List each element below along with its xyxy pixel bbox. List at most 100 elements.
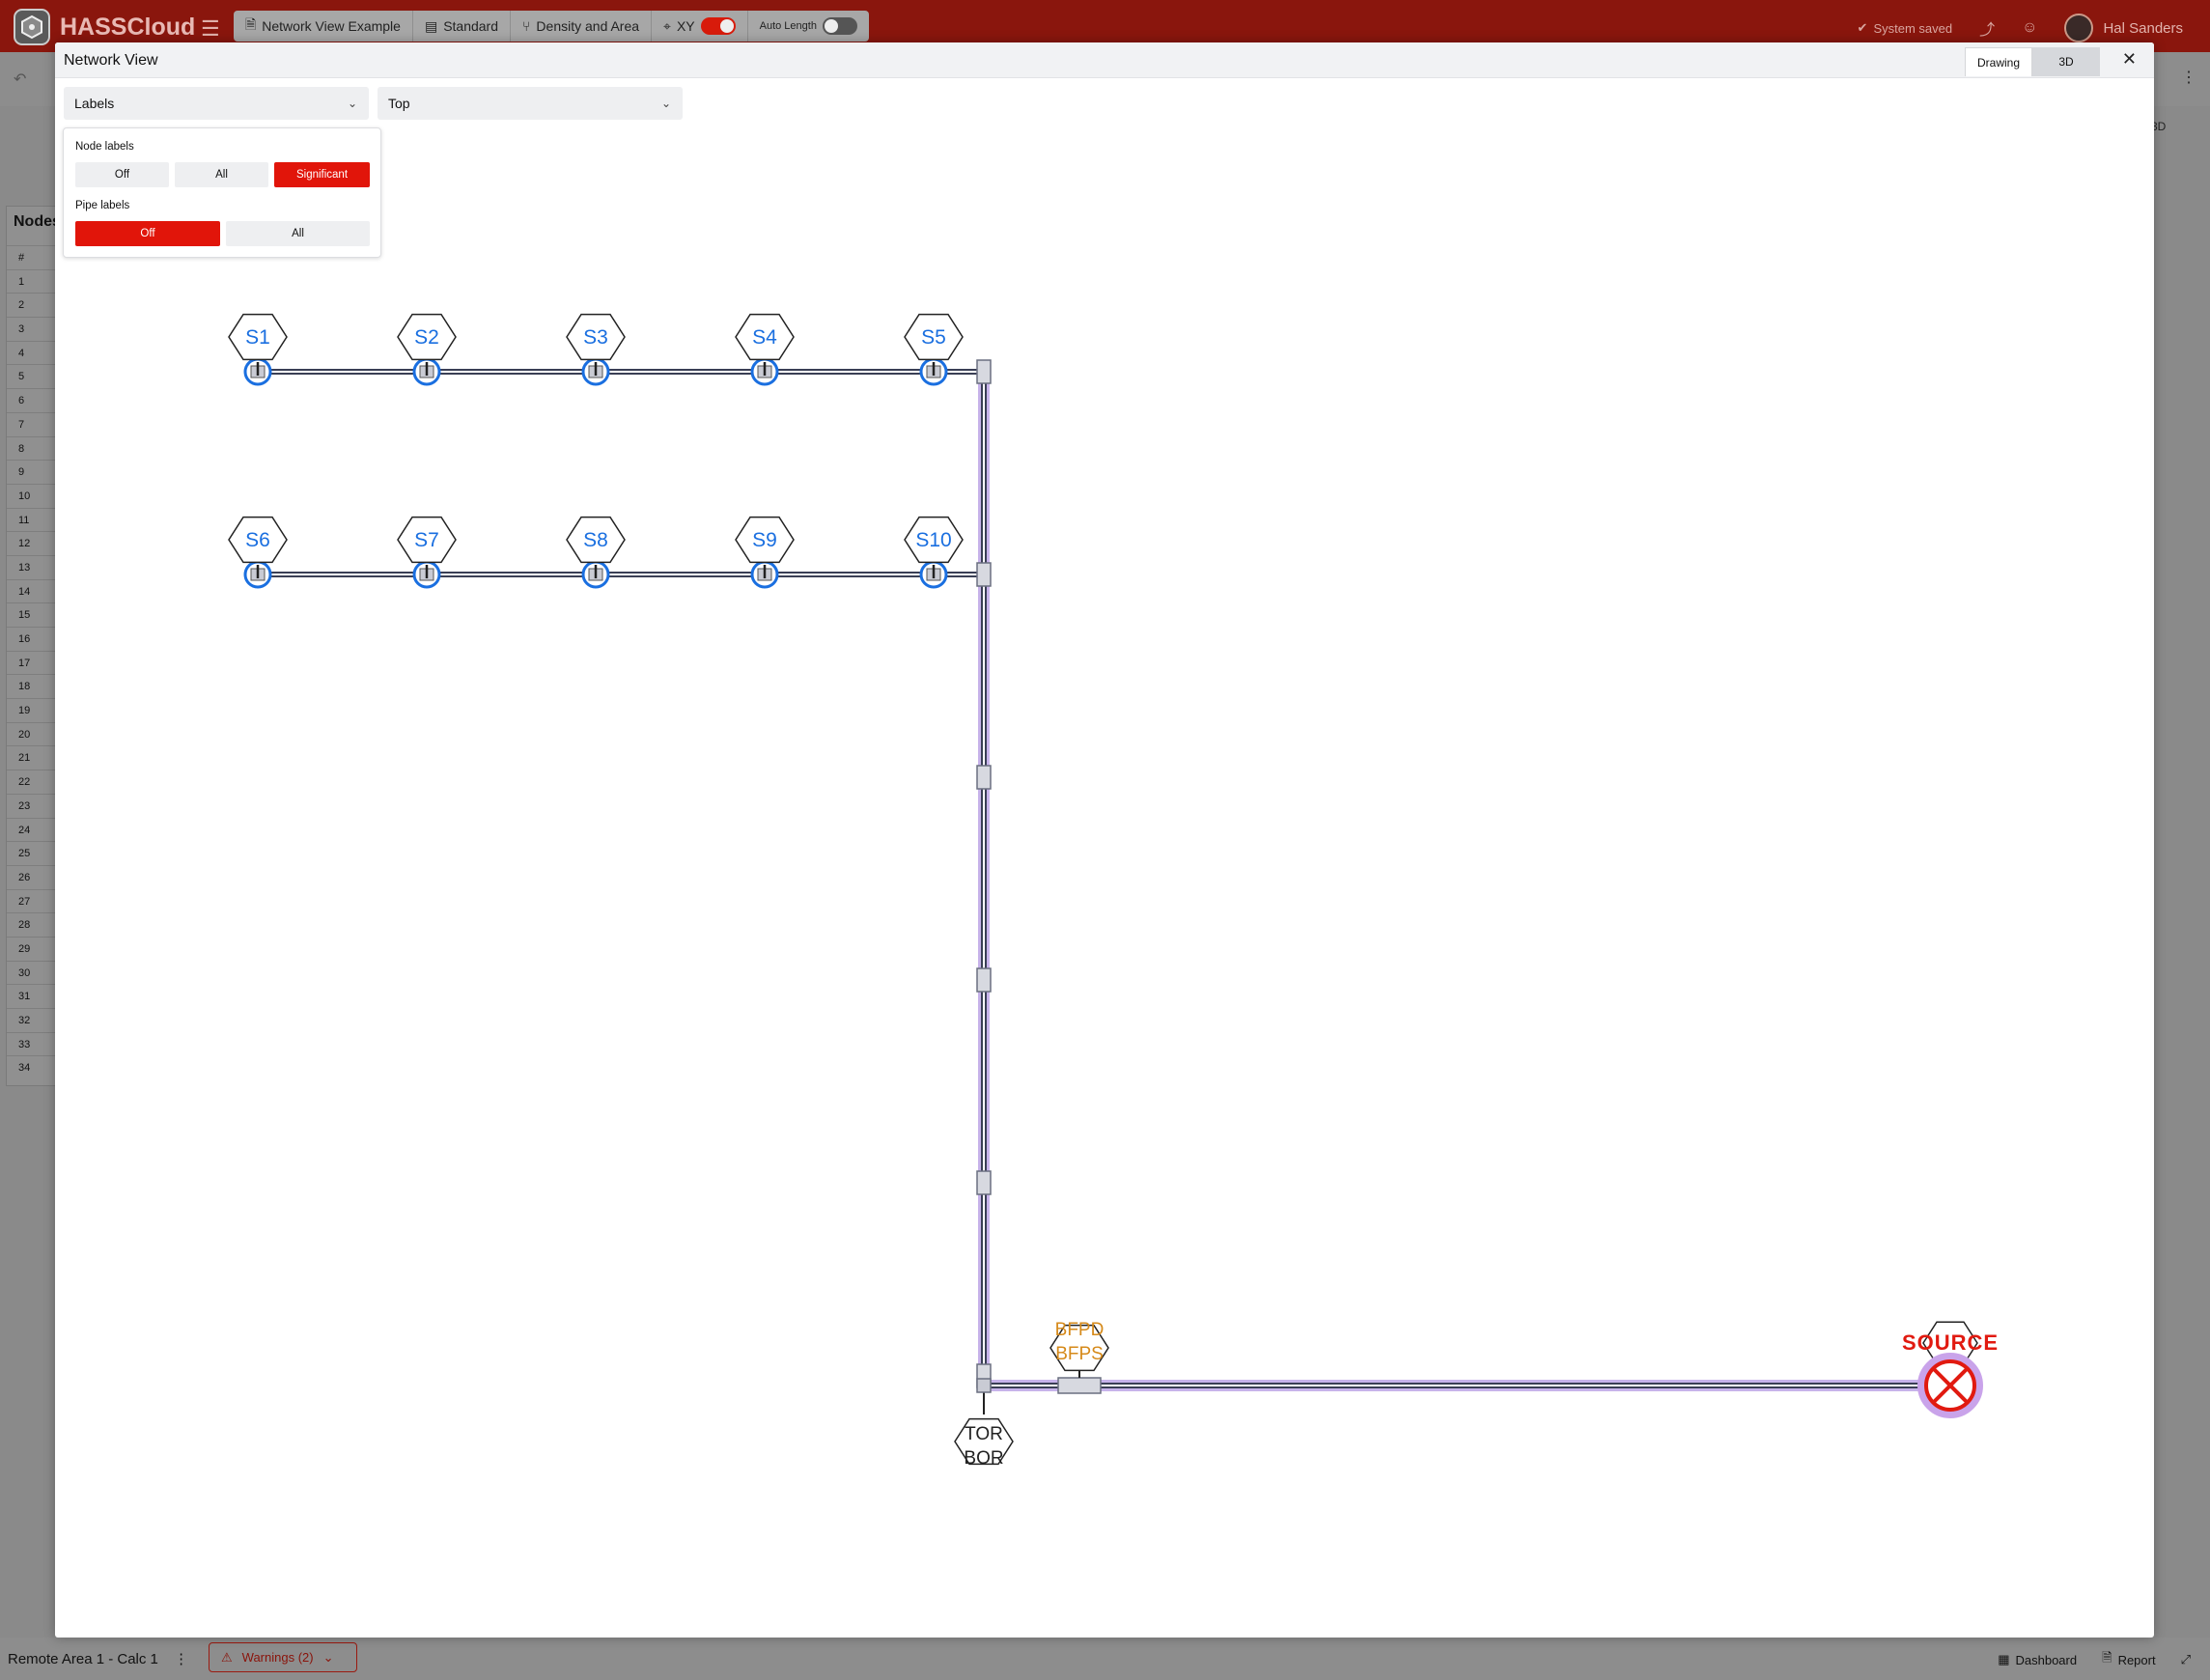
table-row[interactable]: 7 — [7, 411, 57, 436]
brand[interactable]: HASSCloud — [14, 9, 195, 45]
xy-toggle[interactable] — [700, 17, 736, 35]
table-row[interactable]: 2 — [7, 293, 57, 317]
user-menu[interactable]: Hal Sanders — [2064, 14, 2183, 42]
density-button[interactable]: ⑂ Density and Area — [511, 11, 653, 42]
chevron-down-icon: ⌄ — [347, 97, 357, 110]
table-row[interactable]: 29 — [7, 936, 57, 961]
standard-button[interactable]: ▤ Standard — [413, 11, 512, 42]
riser-fitting[interactable] — [976, 1170, 992, 1195]
dashboard-button[interactable]: ▦ Dashboard — [1998, 1652, 2077, 1667]
table-row[interactable]: 20 — [7, 721, 57, 746]
save-status-text: System saved — [1873, 20, 1953, 36]
source-node[interactable]: SOURCE — [1902, 1321, 1999, 1418]
elbow-fitting[interactable] — [976, 1378, 992, 1393]
table-row[interactable]: 15 — [7, 602, 57, 627]
report-button[interactable]: 🗎 Report — [2102, 1649, 2155, 1670]
node-labels-title: Node labels — [75, 141, 134, 153]
avatar — [2064, 14, 2094, 42]
table-row[interactable]: 34 — [7, 1055, 57, 1079]
source-label: SOURCE — [1902, 1330, 1999, 1355]
xy-toggle-group: ⌖ XY — [652, 11, 748, 42]
backflow-preventer[interactable]: BFPD BFPS — [1049, 1320, 1109, 1394]
riser-base-node[interactable]: TOR BOR — [954, 1392, 1014, 1469]
table-row[interactable]: 19 — [7, 698, 57, 722]
table-row[interactable]: 12 — [7, 531, 57, 555]
table-row[interactable]: 30 — [7, 960, 57, 985]
warnings-label: Warnings (2) — [241, 1650, 314, 1665]
pipe-labels-title: Pipe labels — [75, 200, 130, 211]
node-labels-off[interactable]: Off — [75, 162, 169, 187]
calc-selector[interactable]: Remote Area 1 - Calc 1 ⋮ — [8, 1650, 188, 1667]
table-row[interactable]: 5 — [7, 364, 57, 388]
riser-label: TOR — [965, 1424, 1003, 1444]
report-icon: 🗎 — [2102, 1650, 2112, 1665]
table-row[interactable]: 3 — [7, 317, 57, 341]
table-row[interactable]: 9 — [7, 460, 57, 484]
tab-3d[interactable]: 3D — [2032, 47, 2100, 76]
table-row[interactable]: 16 — [7, 627, 57, 651]
document-icon: 🗎 — [245, 16, 257, 32]
nodes-title: Nodes — [14, 213, 61, 230]
table-row[interactable]: 6 — [7, 388, 57, 412]
pipe-labels-all[interactable]: All — [226, 221, 370, 246]
table-row[interactable]: 23 — [7, 793, 57, 818]
riser-fitting[interactable] — [976, 765, 992, 790]
support-icon[interactable]: ☺ — [2022, 19, 2037, 37]
network-canvas[interactable]: S1 S2 S3 S4 S5 S6 S7 S8 S9 S10 BFPD BFPS TOR BOR SOURC… — [55, 42, 2154, 1638]
table-row[interactable]: 10 — [7, 483, 57, 508]
table-row[interactable]: 18 — [7, 674, 57, 698]
undo-icon[interactable]: ↶ — [14, 70, 26, 89]
labels-select[interactable]: Labels ⌄ — [64, 87, 369, 120]
riser-fitting[interactable] — [976, 359, 992, 384]
table-row[interactable]: 33 — [7, 1031, 57, 1056]
table-row[interactable]: 28 — [7, 912, 57, 937]
auto-length-toggle[interactable] — [822, 17, 857, 35]
network-view-modal: S1 S2 S3 S4 S5 S6 S7 S8 S9 S10 BFPD BFPS TOR BOR SOURC… — [55, 42, 2154, 1638]
status-bar: Remote Area 1 - Calc 1 ⋮ ⚠ Warnings (2) … — [0, 1638, 2210, 1680]
brand-name: HASSCloud — [60, 13, 196, 41]
riser-label: BOR — [964, 1448, 1003, 1469]
modal-header: Network View Drawing 3D ✕ — [55, 42, 2154, 78]
table-row[interactable]: 22 — [7, 770, 57, 794]
table-row[interactable]: 8 — [7, 435, 57, 461]
view-direction-select[interactable]: Top ⌄ — [378, 87, 683, 120]
sprinkler-label: S1 — [245, 326, 270, 349]
riser-fitting[interactable] — [976, 562, 992, 587]
grid-icon: ▦ — [1998, 1652, 2010, 1666]
labels-select-value: Labels — [74, 96, 115, 111]
table-row[interactable]: 11 — [7, 507, 57, 532]
table-row[interactable]: 21 — [7, 745, 57, 770]
project-button[interactable]: 🗎 Network View Example — [234, 11, 413, 42]
table-row[interactable]: 31 — [7, 984, 57, 1008]
node-labels-all[interactable]: All — [175, 162, 268, 187]
kebab-icon[interactable]: ⋮ — [174, 1651, 188, 1667]
sprinkler-label: S6 — [245, 529, 270, 551]
table-row[interactable]: 14 — [7, 578, 57, 603]
more-icon[interactable]: ⋮ — [2181, 68, 2196, 87]
table-row[interactable]: 27 — [7, 888, 57, 913]
dashboard-label: Dashboard — [2015, 1652, 2078, 1667]
table-row[interactable]: 32 — [7, 1008, 57, 1032]
table-row[interactable]: 26 — [7, 864, 57, 889]
pipe-labels-off[interactable]: Off — [75, 221, 220, 246]
table-row[interactable]: 1 — [7, 268, 57, 294]
expand-icon[interactable]: ⤢ — [2181, 1652, 2191, 1667]
node-labels-significant[interactable]: Significant — [274, 162, 370, 187]
modal-title: Network View — [64, 52, 158, 69]
close-icon[interactable]: ✕ — [2122, 49, 2137, 70]
table-icon: ▤ — [424, 17, 438, 34]
table-row[interactable]: 4 — [7, 340, 57, 365]
riser-fitting[interactable] — [976, 967, 992, 993]
table-row[interactable]: 25 — [7, 841, 57, 865]
project-toolbar: 🗎 Network View Example ▤ Standard ⑂ Dens… — [234, 11, 869, 42]
view-tabs: Drawing 3D — [1965, 47, 2100, 76]
sprinkler-label: S2 — [414, 326, 439, 349]
table-row[interactable]: 17 — [7, 650, 57, 675]
share-icon[interactable]: ⤴ — [1979, 16, 1995, 40]
tab-drawing[interactable]: Drawing — [1965, 47, 2032, 76]
table-row[interactable]: 13 — [7, 554, 57, 579]
menu-icon[interactable]: ☰ — [201, 16, 220, 42]
warnings-button[interactable]: ⚠ Warnings (2) ⌄ — [209, 1642, 357, 1672]
table-row[interactable]: 24 — [7, 817, 57, 842]
save-status: ✔ System saved — [1858, 20, 1953, 36]
